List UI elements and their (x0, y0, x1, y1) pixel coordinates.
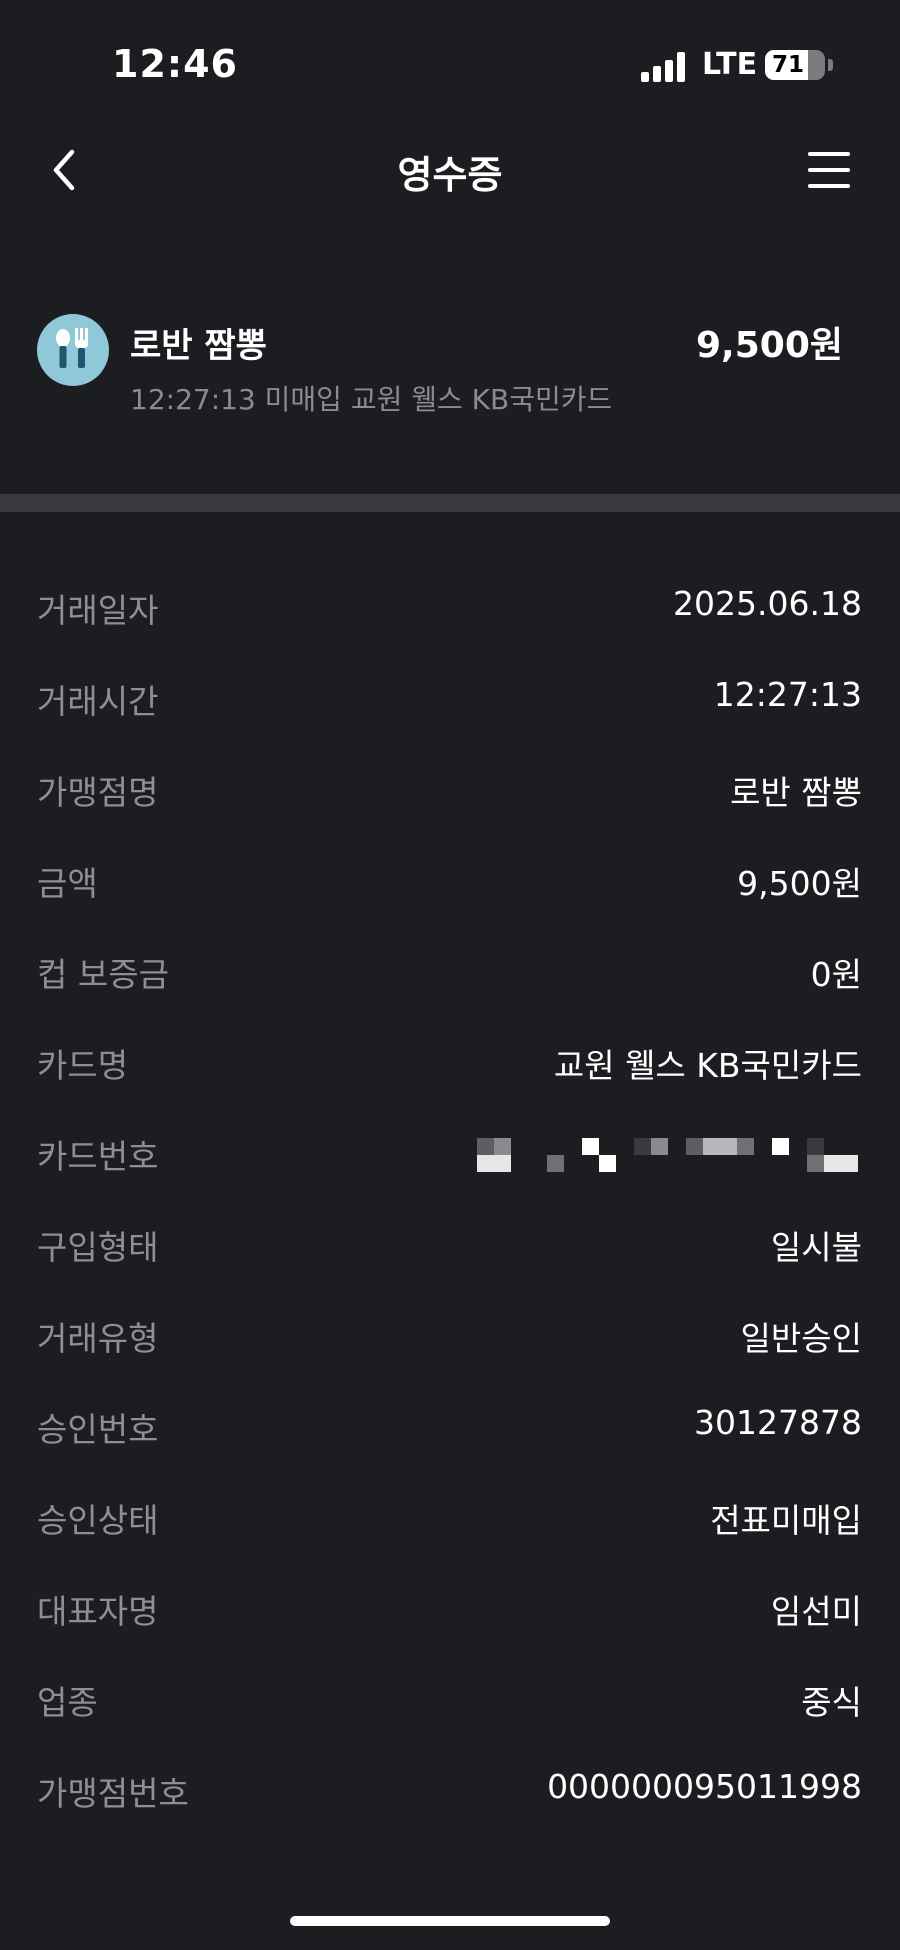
detail-row-card-number: 카드번호 (0, 1120, 900, 1180)
detail-value: 30127878 (694, 1403, 862, 1442)
detail-value: 일시불 (770, 1228, 862, 1267)
detail-row-approval-status: 승인상태 전표미매입 (0, 1484, 900, 1544)
detail-row-time: 거래시간 12:27:13 (0, 665, 900, 725)
detail-value: 로반 짬뽕 (730, 773, 862, 812)
detail-label: 승인번호 (37, 1410, 159, 1449)
battery-tip (828, 59, 833, 71)
detail-value: 전표미매입 (710, 1501, 862, 1540)
network-type: LTE (702, 47, 758, 82)
battery-level: 71 (771, 52, 804, 78)
detail-label: 가맹점번호 (37, 1774, 189, 1813)
status-bar: 12:46 LTE 71 (0, 0, 900, 130)
detail-value: 일반승인 (740, 1319, 862, 1358)
restaurant-icon (37, 314, 109, 386)
battery-icon: 71 (765, 50, 825, 80)
detail-label: 거래시간 (37, 682, 159, 721)
merchant-subtitle: 12:27:13 미매입 교원 웰스 KB국민카드 (130, 383, 613, 416)
merchant-summary: 로반 짬뽕 9,500원 12:27:13 미매입 교원 웰스 KB국민카드 (0, 310, 900, 420)
menu-button[interactable] (808, 152, 854, 188)
detail-value: 교원 웰스 KB국민카드 (553, 1046, 862, 1085)
hamburger-menu-icon (808, 152, 850, 156)
detail-value: 0원 (810, 955, 862, 994)
signal-icon (641, 52, 687, 82)
detail-row-transaction-type: 거래유형 일반승인 (0, 1302, 900, 1362)
detail-row-business-type: 업종 중식 (0, 1666, 900, 1726)
detail-label: 대표자명 (37, 1592, 159, 1631)
detail-row-representative: 대표자명 임선미 (0, 1575, 900, 1635)
detail-label: 카드명 (37, 1046, 129, 1085)
detail-label: 금액 (37, 864, 98, 903)
detail-row-deposit: 컵 보증금 0원 (0, 938, 900, 998)
detail-value: 000000095011998 (547, 1767, 862, 1806)
detail-row-approval-number: 승인번호 30127878 (0, 1393, 900, 1453)
detail-row-merchant-number: 가맹점번호 000000095011998 (0, 1757, 900, 1817)
detail-row-card-name: 카드명 교원 웰스 KB국민카드 (0, 1029, 900, 1089)
merchant-amount: 9,500원 (696, 325, 843, 366)
detail-value: 9,500원 (737, 864, 862, 903)
status-time: 12:46 (112, 42, 238, 86)
home-indicator[interactable] (290, 1916, 610, 1926)
page-title: 영수증 (397, 153, 503, 197)
section-divider (0, 494, 900, 512)
detail-label: 구입형태 (37, 1228, 159, 1267)
detail-row-merchant: 가맹점명 로반 짬뽕 (0, 756, 900, 816)
masked-card-number (477, 1138, 862, 1178)
detail-label: 거래유형 (37, 1319, 159, 1358)
detail-value: 12:27:13 (713, 675, 862, 714)
merchant-name: 로반 짬뽕 (130, 326, 267, 366)
detail-row-purchase-type: 구입형태 일시불 (0, 1211, 900, 1271)
detail-label: 업종 (37, 1683, 98, 1722)
detail-label: 컵 보증금 (37, 955, 169, 994)
detail-row-date: 거래일자 2025.06.18 (0, 574, 900, 634)
detail-value: 임선미 (770, 1592, 862, 1631)
detail-value: 2025.06.18 (673, 584, 862, 623)
detail-row-amount: 금액 9,500원 (0, 847, 900, 907)
detail-label: 거래일자 (37, 591, 159, 630)
detail-label: 카드번호 (37, 1137, 159, 1176)
detail-label: 가맹점명 (37, 773, 159, 812)
nav-bar: 영수증 (0, 130, 900, 210)
detail-value: 중식 (801, 1683, 862, 1722)
detail-label: 승인상태 (37, 1501, 159, 1540)
